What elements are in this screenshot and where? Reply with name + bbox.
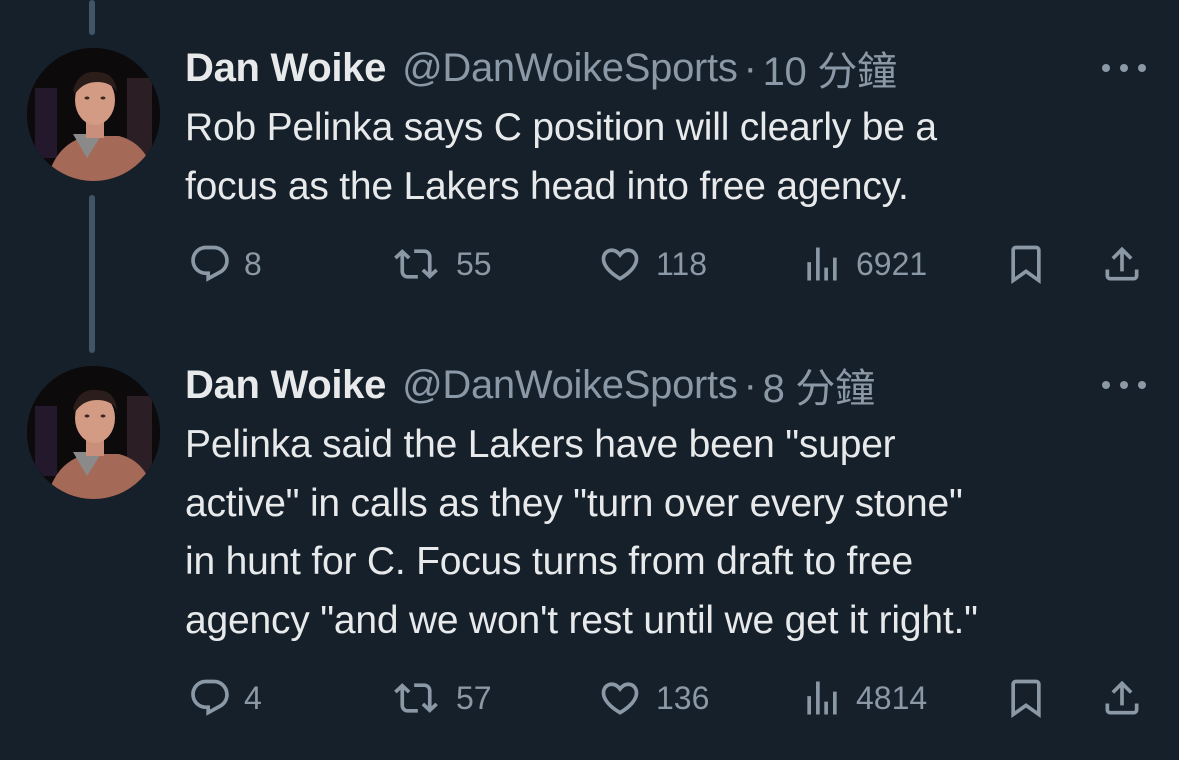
views-button[interactable]: 4814	[800, 674, 927, 722]
retweet-count: 57	[456, 679, 492, 716]
reply-button[interactable]: 4	[188, 674, 262, 722]
views-count: 4814	[856, 679, 928, 716]
timestamp[interactable]: 8 分鐘	[763, 356, 875, 414]
bookmark-button[interactable]	[1004, 674, 1048, 722]
more-icon[interactable]	[1102, 375, 1146, 395]
action-bar: 4 57 136 4814	[0, 674, 1179, 722]
tweet-text-line: Pelinka said the Lakers have been "super	[185, 423, 896, 466]
like-icon	[601, 682, 639, 715]
like-count: 136	[656, 679, 710, 716]
retweet-button[interactable]: 57	[388, 674, 492, 722]
tweet-text-line: active" in calls as they "turn over ever…	[185, 481, 963, 525]
tweet-header: Dan Woike @DanWoikeSports · 8 分鐘	[185, 361, 875, 412]
avatar[interactable]	[27, 366, 160, 499]
tweet-text-line: in hunt for C. Focus turns from draft to…	[185, 540, 913, 583]
share-icon	[1105, 680, 1139, 715]
reply-icon	[191, 679, 229, 716]
reply-count: 4	[244, 679, 262, 716]
share-button[interactable]	[1100, 674, 1144, 722]
like-button[interactable]: 136	[596, 674, 709, 722]
views-icon	[807, 681, 837, 715]
separator-dot: ·	[743, 362, 757, 407]
bookmark-icon	[1011, 679, 1041, 719]
tweet-text: Pelinka said the Lakers have been "super…	[185, 416, 1145, 650]
avatar-image	[27, 366, 160, 499]
retweet-icon	[394, 683, 438, 713]
user-handle[interactable]: @DanWoikeSports	[402, 363, 738, 408]
tweet[interactable]: Dan Woike @DanWoikeSports · 8 分鐘 Pelinka…	[0, 0, 1179, 760]
display-name[interactable]: Dan Woike	[185, 363, 386, 408]
tweet-text-line: agency "and we won't rest until we get i…	[185, 598, 978, 642]
